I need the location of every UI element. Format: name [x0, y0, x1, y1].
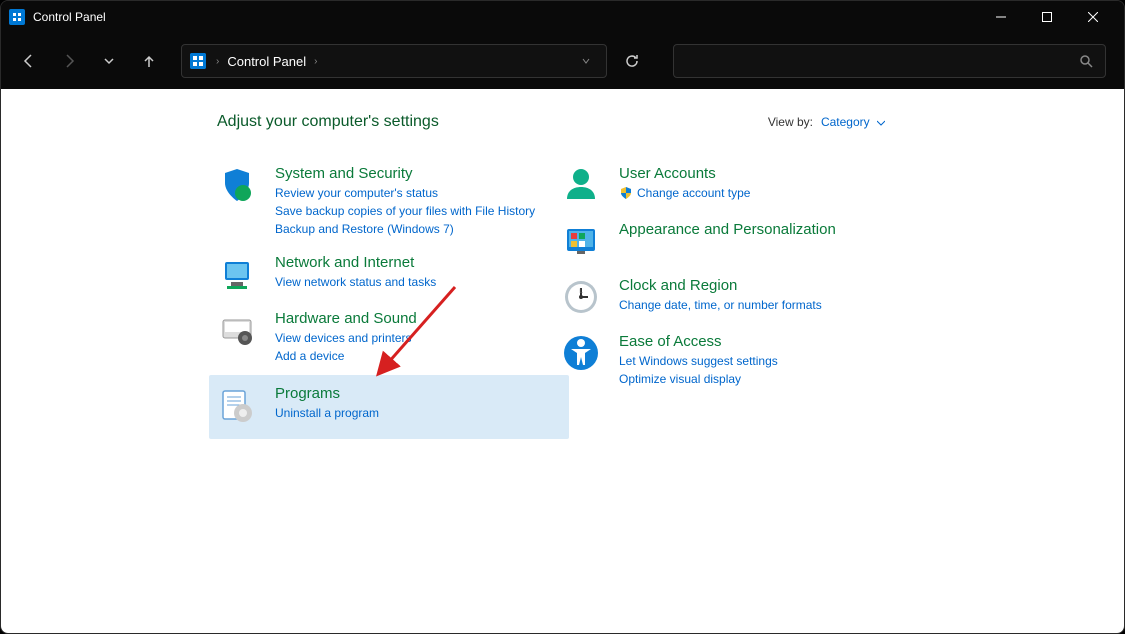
programs-icon: [217, 385, 257, 425]
category-title[interactable]: Appearance and Personalization: [619, 221, 905, 238]
nav-forward-button[interactable]: [53, 45, 85, 77]
category-link[interactable]: Backup and Restore (Windows 7): [275, 220, 561, 238]
category-title[interactable]: Programs: [275, 385, 561, 402]
category-title[interactable]: Ease of Access: [619, 333, 905, 350]
category-item: L Clock and Region Change date, time, or n…: [561, 271, 905, 327]
category-body: Hardware and Sound View devices and print…: [275, 310, 561, 365]
category-body: Appearance and Personalization: [619, 221, 905, 240]
category-body: Programs Uninstall a program: [275, 385, 561, 422]
content-area: Adjust your computer's settings View by:…: [1, 89, 1124, 633]
nav-back-button[interactable]: [13, 45, 45, 77]
category-body: Clock and Region Change date, time, or nu…: [619, 277, 905, 314]
ease-of-access-icon: [561, 333, 601, 373]
category-link[interactable]: Review your computer's status: [275, 184, 561, 202]
search-box[interactable]: [673, 44, 1107, 78]
view-by-dropdown[interactable]: Category: [821, 115, 885, 129]
category-item: Hardware and Sound View devices and print…: [217, 304, 561, 375]
maximize-button[interactable]: [1024, 1, 1070, 33]
page-title: Adjust your computer's settings: [217, 113, 439, 131]
view-by-label: View by:: [768, 115, 813, 129]
hardware-and-sound-icon: [217, 310, 257, 350]
category-body: Network and Internet View network status …: [275, 254, 561, 291]
category-body: Ease of Access Let Windows suggest settin…: [619, 333, 905, 388]
category-title[interactable]: Hardware and Sound: [275, 310, 561, 327]
category-link[interactable]: Uninstall a program: [275, 404, 561, 422]
category-link[interactable]: Add a device: [275, 347, 561, 365]
breadcrumb-separator-icon: ›: [314, 56, 317, 67]
window-title: Control Panel: [33, 10, 978, 24]
category-item: Programs Uninstall a program: [209, 375, 569, 439]
titlebar: Control Panel: [1, 1, 1124, 33]
category-body: System and Security Review your computer'…: [275, 165, 561, 238]
address-dropdown-button[interactable]: [574, 56, 598, 66]
view-by-control: View by: Category: [768, 115, 885, 129]
nav-toolbar: › Control Panel ›: [1, 33, 1124, 89]
category-link[interactable]: Optimize visual display: [619, 370, 905, 388]
category-body: User Accounts Change account type: [619, 165, 905, 202]
category-link[interactable]: Save backup copies of your files with Fi…: [275, 202, 561, 220]
search-icon: [1079, 54, 1093, 68]
address-icon: [190, 53, 206, 69]
category-item: Ease of Access Let Windows suggest settin…: [561, 327, 905, 398]
appearance-and-personalization-icon: [561, 221, 601, 261]
content-header: Adjust your computer's settings View by:…: [217, 113, 885, 131]
categories-grid: System and Security Review your computer'…: [217, 159, 885, 439]
category-title[interactable]: User Accounts: [619, 165, 905, 182]
window-controls: [978, 1, 1116, 33]
close-button[interactable]: [1070, 1, 1116, 33]
breadcrumb-item[interactable]: Control Panel: [227, 54, 306, 69]
category-item: System and Security Review your computer'…: [217, 159, 561, 248]
category-title[interactable]: Clock and Region: [619, 277, 905, 294]
category-link[interactable]: View devices and printers: [275, 329, 561, 347]
category-link[interactable]: Change date, time, or number formats: [619, 296, 905, 314]
refresh-button[interactable]: [615, 44, 649, 78]
category-title[interactable]: Network and Internet: [275, 254, 561, 271]
window-frame: Control Panel: [0, 0, 1125, 634]
clock-and-region-icon: L: [561, 277, 601, 317]
network-and-internet-icon: [217, 254, 257, 294]
category-title[interactable]: System and Security: [275, 165, 561, 182]
nav-up-button[interactable]: [133, 45, 165, 77]
user-accounts-icon: [561, 165, 601, 205]
minimize-button[interactable]: [978, 1, 1024, 33]
category-item: User Accounts Change account type: [561, 159, 905, 215]
category-item: Appearance and Personalization: [561, 215, 905, 271]
category-link[interactable]: Let Windows suggest settings: [619, 352, 905, 370]
category-item: Network and Internet View network status …: [217, 248, 561, 304]
breadcrumb-separator-icon: ›: [216, 56, 219, 67]
system-and-security-icon: [217, 165, 257, 205]
category-link[interactable]: View network status and tasks: [275, 273, 561, 291]
address-bar[interactable]: › Control Panel ›: [181, 44, 607, 78]
category-link[interactable]: Change account type: [619, 184, 905, 202]
nav-recent-dropdown[interactable]: [93, 45, 125, 77]
app-icon: [9, 9, 25, 25]
